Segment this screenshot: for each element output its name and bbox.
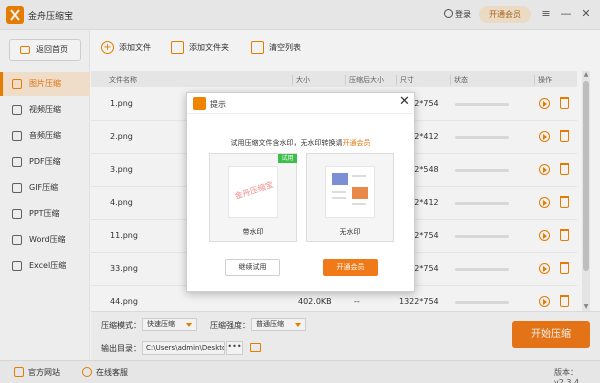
app-logo-icon (193, 97, 206, 110)
clean-card: 无水印 (306, 153, 394, 242)
open-vip-button[interactable]: 开通会员 (323, 259, 378, 276)
dialog-message: 试用压缩文件含水印，无水印转换请开通会员 (187, 138, 414, 148)
continue-trial-button[interactable]: 继续试用 (225, 259, 280, 276)
watermark-stamp: 金舟压缩宝 (233, 180, 275, 201)
image-icon (332, 173, 368, 205)
dialog-header: 提示 ✕ (187, 93, 414, 114)
watermark-card: 试用 金舟压缩宝 带水印 (209, 153, 297, 242)
watermark-preview: 金舟压缩宝 (228, 166, 278, 218)
clean-caption: 无水印 (339, 228, 361, 236)
dialog-close-button[interactable]: ✕ (399, 95, 410, 109)
dialog-title: 提示 (210, 100, 226, 109)
watermark-dialog: 提示 ✕ 试用压缩文件含水印，无水印转换请开通会员 试用 金舟压缩宝 带水印 无… (186, 92, 415, 292)
clean-preview (325, 166, 375, 218)
dialog-vip-link[interactable]: 开通会员 (343, 139, 371, 147)
dialog-message-text: 试用压缩文件含水印，无水印转换请 (230, 139, 343, 147)
watermark-caption: 带水印 (242, 228, 264, 236)
trial-badge: 试用 (278, 154, 297, 163)
